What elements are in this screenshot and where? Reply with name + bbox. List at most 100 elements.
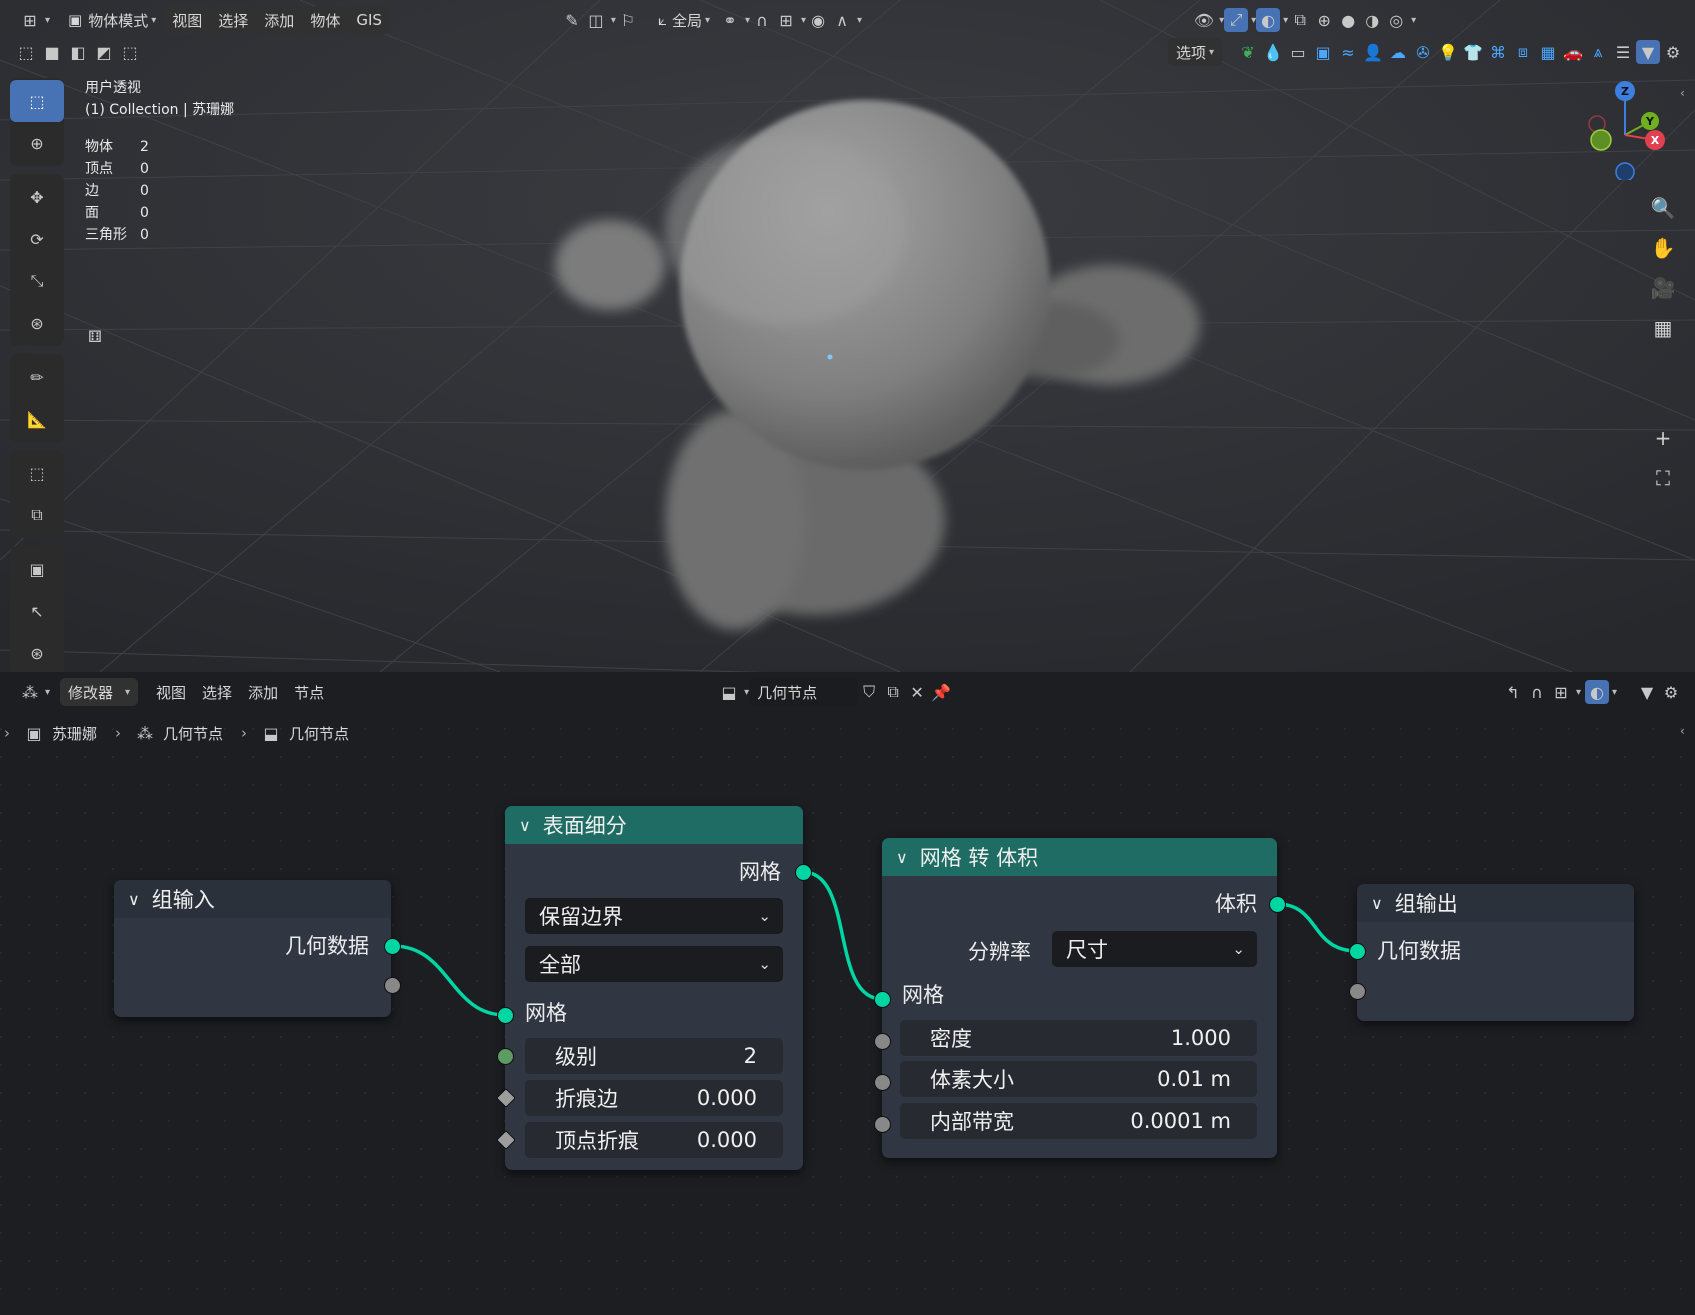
solid-shading-icon[interactable]: ● bbox=[1336, 8, 1360, 32]
input-socket-geometry[interactable] bbox=[1349, 943, 1366, 960]
drop-icon[interactable]: 💧 bbox=[1261, 40, 1285, 64]
input-socket-level[interactable] bbox=[497, 1048, 514, 1065]
node-header[interactable]: ∨ 网格 转 体积 bbox=[882, 838, 1277, 876]
breadcrumb-modifier[interactable]: 几何节点 bbox=[163, 723, 223, 744]
gizmo-tool[interactable]: ⊛ bbox=[10, 632, 64, 672]
density-field[interactable]: 密度 1.000 bbox=[900, 1020, 1257, 1056]
select-intersect-icon[interactable]: ⬚ bbox=[118, 40, 142, 64]
breadcrumb-object[interactable]: 苏珊娜 bbox=[52, 723, 97, 744]
interior-band-field[interactable]: 内部带宽 0.0001 m bbox=[900, 1103, 1257, 1139]
transform-orientation[interactable]: ⟀ 全局 ▾ bbox=[650, 6, 718, 34]
node-mesh-to-volume[interactable]: ∨ 网格 转 体积 体积 分辨率 尺寸 ⌄ 网格 密度 1.000 体素大小 0.01 … bbox=[882, 838, 1277, 1158]
material-shading-icon[interactable]: ◑ bbox=[1360, 8, 1384, 32]
duplicate-tree-icon[interactable]: ⧉ bbox=[881, 680, 905, 704]
transform-tool[interactable]: ⊛ bbox=[10, 302, 64, 344]
options-dropdown[interactable]: 选项 ▾ bbox=[1167, 38, 1222, 66]
cursor-tool[interactable]: ⊕ bbox=[10, 122, 64, 164]
sidebar-toggle-icon[interactable]: ‹ bbox=[1680, 86, 1685, 100]
pivot-point-icon[interactable]: ⚭ bbox=[718, 8, 742, 32]
ne-gear-icon[interactable]: ⚙ bbox=[1659, 680, 1683, 704]
uv-smooth-dropdown[interactable]: 保留边界 ⌄ bbox=[525, 898, 783, 934]
list-icon[interactable]: ☰ bbox=[1611, 40, 1635, 64]
xray-icon[interactable]: ⧉ bbox=[1288, 8, 1312, 32]
fake-user-shield-icon[interactable]: ⛉ bbox=[857, 680, 881, 704]
input-socket-empty[interactable] bbox=[1349, 983, 1366, 1000]
input-socket-mesh[interactable] bbox=[497, 1007, 514, 1024]
car-icon[interactable]: 🚗 bbox=[1561, 40, 1585, 64]
node-editor[interactable]: ⁂ ▾ 修改器 ▾ 视图 选择 添加 节点 ⬓ ▾ 几何节点 ⛉ ⧉ ✕ 📌 ↰ ∩ … bbox=[0, 672, 1695, 1315]
dice-icon[interactable]: ⚅ bbox=[83, 324, 107, 348]
rotate-tool[interactable]: ⟳ bbox=[10, 218, 64, 260]
window-icon[interactable]: ▭ bbox=[1286, 40, 1310, 64]
ne-menu-add[interactable]: 添加 bbox=[240, 678, 286, 706]
boundary-dropdown[interactable]: 全部 ⌄ bbox=[525, 946, 783, 982]
level-field[interactable]: 级别 2 bbox=[525, 1038, 783, 1074]
ne-snap-target-icon[interactable]: ⊞ bbox=[1549, 680, 1573, 704]
leaf-icon[interactable]: ❦ bbox=[1236, 40, 1260, 64]
input-socket-voxel-size[interactable] bbox=[874, 1074, 891, 1091]
parent-tree-icon[interactable]: ↰ bbox=[1501, 680, 1525, 704]
people-icon[interactable]: 👤 bbox=[1361, 40, 1385, 64]
add-cube-tool[interactable]: ⬚ bbox=[10, 452, 64, 494]
scale-tool[interactable]: ⤡ bbox=[10, 260, 64, 302]
ne-menu-select[interactable]: 选择 bbox=[194, 678, 240, 706]
ne-menu-node[interactable]: 节点 bbox=[286, 678, 332, 706]
camera-icon[interactable]: 🎥 bbox=[1643, 268, 1683, 308]
zoom-icon[interactable]: 🔍 bbox=[1643, 188, 1683, 228]
cloud-icon[interactable]: ☁ bbox=[1386, 40, 1410, 64]
shrink-tool[interactable]: ▣ bbox=[10, 548, 64, 590]
frame-selected-icon[interactable]: ⛶ bbox=[1643, 458, 1683, 498]
move-tool[interactable]: ✥ bbox=[10, 176, 64, 218]
ne-menu-view[interactable]: 视图 bbox=[148, 678, 194, 706]
output-socket-mesh[interactable] bbox=[795, 864, 812, 881]
collapse-chevron-icon[interactable]: ∨ bbox=[896, 848, 908, 867]
proportional-edit-icon[interactable]: ◉ bbox=[806, 8, 830, 32]
snap-target-icon[interactable]: ⊞ bbox=[774, 8, 798, 32]
snap-move-tool[interactable]: ↖ bbox=[10, 590, 64, 632]
menu-gis[interactable]: GIS bbox=[348, 6, 390, 34]
annotate-tool[interactable]: ✏ bbox=[10, 356, 64, 398]
edge-crease-field[interactable]: 折痕边 0.000 bbox=[525, 1080, 783, 1116]
menu-object[interactable]: 物体 bbox=[302, 6, 349, 34]
node-header[interactable]: ∨ 组输入 bbox=[114, 880, 391, 918]
3d-viewport[interactable]: ⊞ ▾ ▣ 物体模式 ▾ 视图 选择 添加 物体 GIS ✎ ◫ ▾ ⚐ ⟀ 全局 ▾ ⚭ ▾… bbox=[0, 0, 1695, 672]
select-invert-icon[interactable]: ◩ bbox=[92, 40, 116, 64]
filter-icon[interactable]: ▼ bbox=[1636, 40, 1660, 64]
collapse-chevron-icon[interactable]: ∨ bbox=[1371, 894, 1383, 913]
measure-tool[interactable]: 📐 bbox=[10, 398, 64, 440]
breadcrumb-toggle-icon[interactable]: › bbox=[4, 724, 10, 742]
voxel-size-field[interactable]: 体素大小 0.01 m bbox=[900, 1061, 1257, 1097]
collapse-chevron-icon[interactable]: ∨ bbox=[128, 890, 140, 909]
node-subdivision-surface[interactable]: ∨ 表面细分 网格 保留边界 ⌄ 全部 ⌄ 网格 级别 2 折痕边 0.000 顶点折痕 0… bbox=[505, 806, 803, 1170]
node-header[interactable]: ∨ 组输出 bbox=[1357, 884, 1634, 922]
resolution-dropdown[interactable]: 尺寸 ⌄ bbox=[1052, 931, 1257, 967]
landmark-icon[interactable]: ⩓ bbox=[1586, 40, 1610, 64]
breadcrumb-tree[interactable]: 几何节点 bbox=[289, 723, 349, 744]
menu-view[interactable]: 视图 bbox=[164, 6, 211, 34]
snap-icon[interactable]: ∩ bbox=[750, 8, 774, 32]
node-tree-browse-icon[interactable]: ⬓ bbox=[717, 680, 741, 704]
mode-selector[interactable]: ▣ 物体模式 ▾ bbox=[60, 6, 164, 34]
ortho-grid-icon[interactable]: ▦ bbox=[1643, 308, 1683, 348]
modules-icon[interactable]: ⧈ bbox=[1511, 40, 1535, 64]
pin-icon[interactable]: 📌 bbox=[929, 680, 953, 704]
select-extend-icon[interactable]: ■ bbox=[40, 40, 64, 64]
input-socket-mesh[interactable] bbox=[874, 991, 891, 1008]
duplicate-tool[interactable]: ⧉ bbox=[10, 494, 64, 536]
film-icon[interactable]: ✇ bbox=[1411, 40, 1435, 64]
input-socket-density[interactable] bbox=[874, 1033, 891, 1050]
wireframe-shading-icon[interactable]: ⊕ bbox=[1312, 8, 1336, 32]
bulb-icon[interactable]: 💡 bbox=[1436, 40, 1460, 64]
ne-sidebar-toggle-icon[interactable]: ‹ bbox=[1680, 724, 1685, 738]
building-icon[interactable]: ▦ bbox=[1536, 40, 1560, 64]
vertex-crease-field[interactable]: 顶点折痕 0.000 bbox=[525, 1122, 783, 1158]
node-tree-name[interactable]: 几何节点 bbox=[749, 678, 858, 706]
select-new-icon[interactable]: ⬚ bbox=[14, 40, 38, 64]
output-socket-volume[interactable] bbox=[1269, 896, 1286, 913]
falloff-icon[interactable]: ∧ bbox=[830, 8, 854, 32]
eyedropper-icon[interactable]: ✎ bbox=[560, 8, 584, 32]
select-box-tool[interactable]: ⬚ bbox=[10, 80, 64, 122]
affect-only-icon[interactable]: ⚐ bbox=[616, 8, 640, 32]
gizmo-toggle-icon[interactable]: ⤢ bbox=[1224, 8, 1249, 32]
ne-filter-icon[interactable]: ▼ bbox=[1635, 680, 1659, 704]
